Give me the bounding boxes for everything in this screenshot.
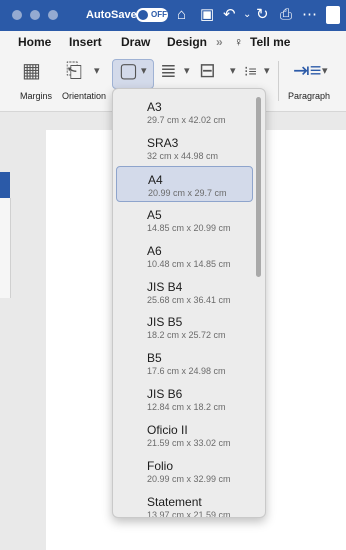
paper-size-dimensions: 13.97 cm x 21.59 cm: [147, 509, 231, 518]
ribbon-tabs: Home Insert Draw Design » ♀ Tell me: [0, 31, 346, 53]
orientation-chevron-icon[interactable]: ▾: [94, 59, 100, 83]
paper-size-dimensions: 17.6 cm x 24.98 cm: [147, 366, 226, 377]
paper-size-dimensions: 14.85 cm x 20.99 cm: [147, 222, 231, 233]
tab-draw[interactable]: Draw: [121, 35, 150, 49]
lightbulb-icon: ♀: [234, 35, 243, 49]
paper-size-item[interactable]: Folio 20.99 cm x 32.99 cm: [116, 453, 251, 487]
line-numbers-chevron-icon[interactable]: ▾: [264, 59, 270, 83]
paper-size-menu: A3 29.7 cm x 42.02 cm SRA3 32 cm x 44.98 cm…: [112, 88, 266, 518]
close-window-button[interactable]: [12, 10, 22, 20]
autosave-state: OFF: [151, 10, 167, 19]
paper-size-item[interactable]: Oficio II 21.59 cm x 33.02 cm: [116, 417, 251, 451]
columns-icon[interactable]: ≣: [160, 59, 177, 83]
title-bar: AutoSave OFF ⌂ ▣ ↶ ⌄ ↻ ⎙ ⋯: [0, 0, 346, 31]
paper-size-name: A3: [147, 100, 162, 114]
paper-size-item[interactable]: B5 17.6 cm x 24.98 cm: [116, 345, 251, 379]
paper-size-item[interactable]: JIS B4 25.68 cm x 36.41 cm: [116, 274, 251, 308]
paper-size-name: Folio: [147, 459, 174, 473]
paper-size-name: Statement: [147, 494, 202, 509]
paper-size-item[interactable]: A4 20.99 cm x 29.7 cm: [116, 165, 253, 202]
redo-icon[interactable]: ↻: [256, 5, 269, 25]
paragraph-label[interactable]: Paragraph: [288, 91, 330, 101]
paper-size-name: A6: [147, 243, 162, 258]
breaks-chevron-icon[interactable]: ▾: [230, 59, 236, 83]
paper-size-item[interactable]: JIS B6 12.84 cm x 18.2 cm: [116, 381, 251, 415]
orientation-label[interactable]: Orientation: [62, 91, 106, 101]
paper-size-name: SRA3: [147, 135, 179, 150]
paper-size-dimensions: 20.99 cm x 32.99 cm: [147, 474, 231, 484]
side-panel-header: [0, 172, 10, 198]
minimize-window-button[interactable]: [30, 10, 40, 20]
paper-size-item[interactable]: A3 29.7 cm x 42.02 cm: [116, 94, 251, 128]
margins-label[interactable]: Margins: [20, 91, 52, 101]
autosave-label: AutoSave: [86, 9, 137, 21]
tab-design[interactable]: Design: [167, 35, 207, 49]
save-icon[interactable]: ▣: [200, 5, 214, 25]
paper-size-dimensions: 25.68 cm x 36.41 cm: [147, 294, 231, 305]
paper-size-dimensions: 32 cm x 44.98 cm: [147, 150, 219, 161]
paper-size-dimensions: 12.84 cm x 18.2 cm: [147, 402, 226, 413]
paper-size-dimensions: 10.48 cm x 14.85 cm: [147, 258, 231, 269]
autosave-toggle[interactable]: OFF: [136, 8, 168, 22]
tell-me-search[interactable]: Tell me: [250, 35, 290, 49]
orientation-icon[interactable]: ⎗: [66, 59, 82, 83]
margins-icon[interactable]: ▦: [22, 59, 41, 83]
line-numbers-icon[interactable]: ⁝≡: [244, 59, 257, 83]
paper-size-dimensions: 20.99 cm x 29.7 cm: [148, 187, 227, 198]
paper-size-dimensions: 29.7 cm x 42.02 cm: [147, 115, 226, 125]
paragraph-chevron-icon[interactable]: ▾: [322, 59, 328, 83]
menu-scrollbar[interactable]: [256, 97, 261, 277]
paper-size-item[interactable]: JIS B5 18.2 cm x 25.72 cm: [116, 309, 251, 343]
paper-size-name: B5: [147, 351, 162, 366]
word-document-icon: [326, 6, 340, 24]
breaks-icon[interactable]: ⊟: [199, 59, 216, 83]
paper-size-item[interactable]: A5 14.85 cm x 20.99 cm: [116, 202, 251, 236]
page-size-icon: ▢: [119, 60, 138, 82]
tab-home[interactable]: Home: [18, 35, 51, 49]
ribbon-divider: [278, 61, 279, 101]
paper-size-name: JIS B4: [147, 279, 183, 294]
paper-size-item[interactable]: A6 10.48 cm x 14.85 cm: [116, 238, 251, 272]
size-chevron-icon: ▾: [141, 65, 147, 77]
columns-chevron-icon[interactable]: ▾: [184, 59, 190, 83]
paper-size-dimensions: 18.2 cm x 25.72 cm: [147, 330, 226, 341]
paper-size-name: A4: [148, 172, 163, 187]
toggle-knob: [138, 10, 148, 20]
print-icon[interactable]: ⎙: [280, 5, 292, 25]
home-icon[interactable]: ⌂: [177, 5, 186, 25]
paper-size-name: JIS B6: [147, 387, 183, 402]
paper-size-name: JIS B5: [147, 315, 183, 330]
undo-icon[interactable]: ↶: [223, 5, 236, 25]
undo-dropdown-chevron-icon[interactable]: ⌄: [243, 5, 251, 25]
paper-size-name: A5: [147, 207, 162, 222]
paper-size-dimensions: 21.59 cm x 33.02 cm: [147, 438, 231, 449]
paper-size-item[interactable]: SRA3 32 cm x 44.98 cm: [116, 130, 251, 164]
paper-size-item[interactable]: Statement 13.97 cm x 21.59 cm: [116, 489, 251, 518]
more-tabs-chevron-icon[interactable]: »: [216, 35, 223, 49]
indent-icon[interactable]: ⇥≡: [293, 59, 321, 83]
tab-insert[interactable]: Insert: [69, 35, 102, 49]
paper-size-name: Oficio II: [147, 423, 188, 438]
zoom-window-button[interactable]: [48, 10, 58, 20]
side-panel: [0, 198, 11, 298]
more-icon[interactable]: ⋯: [302, 5, 317, 25]
